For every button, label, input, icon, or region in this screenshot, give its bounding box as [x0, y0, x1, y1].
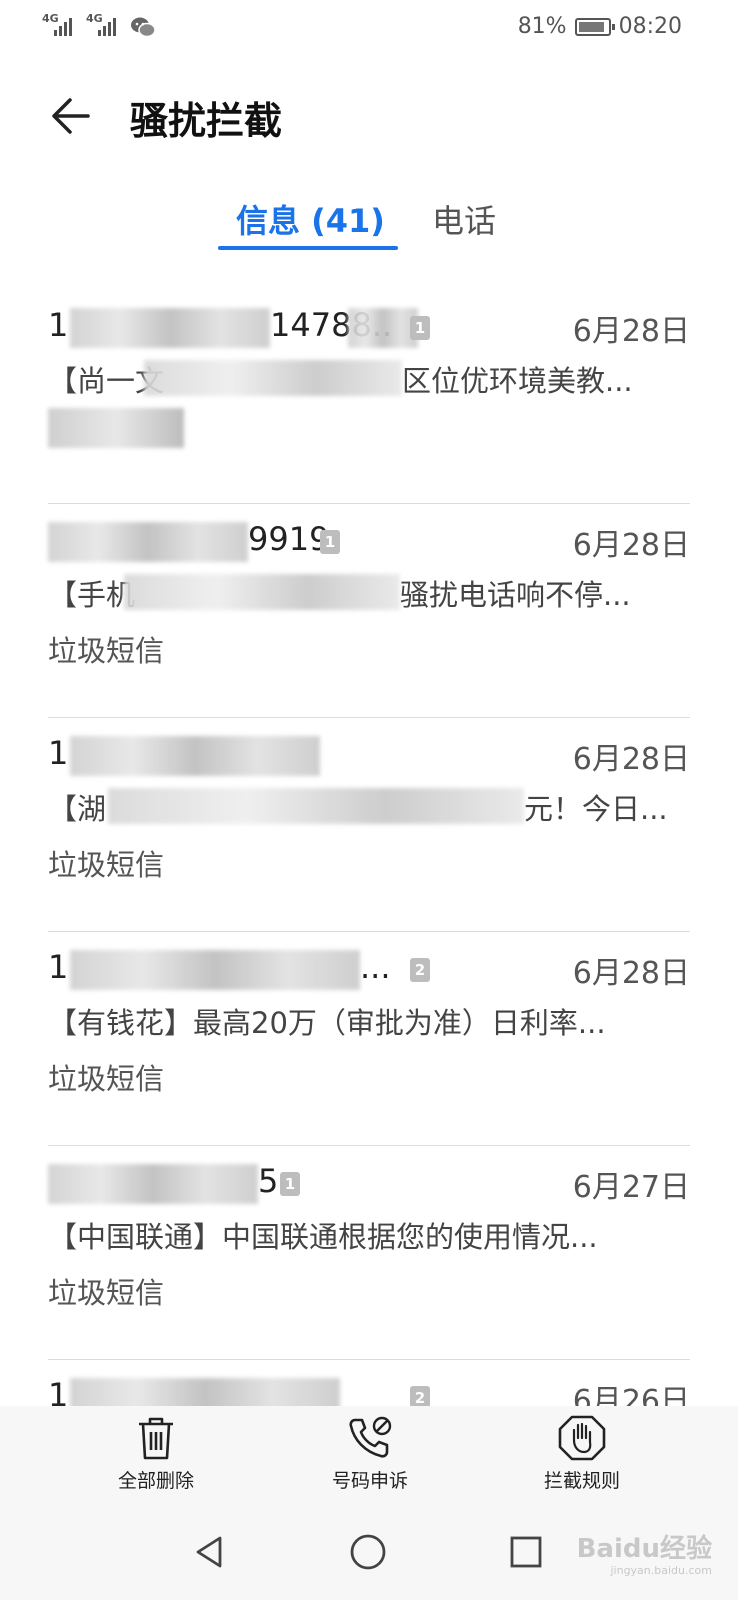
square-recent-icon [510, 1536, 542, 1568]
status-right: 81% 08:20 [518, 14, 682, 39]
sim-badge: 1 [280, 1172, 300, 1196]
block-rules-label: 拦截规则 [543, 1470, 620, 1492]
list-item[interactable]: 5 1 6月27日 【中国联通】中国联通根据您的使用情况... 垃圾短信 [48, 1146, 690, 1360]
title-bar: 骚扰拦截 [0, 80, 738, 150]
watermark-url: jingyan.baidu.com [610, 1564, 712, 1577]
message-date: 6月28日 [572, 314, 690, 349]
redacted-sender [48, 522, 248, 562]
redacted-preview [108, 788, 524, 824]
battery-percent: 81% [517, 14, 567, 39]
circle-home-icon [350, 1534, 386, 1570]
page-title: 骚扰拦截 [130, 99, 283, 143]
hand-stop-icon [558, 1415, 606, 1461]
sender-number-tail: ... [360, 948, 391, 986]
redacted-sender [70, 736, 320, 776]
number-appeal-button[interactable]: 号码申诉 [290, 1414, 450, 1493]
nav-home-button[interactable] [346, 1530, 390, 1574]
spam-tag: 垃圾短信 [48, 848, 165, 882]
message-preview-tail: 元！今日... [524, 792, 668, 826]
status-bar: 4G 4G 81% 08:20 [0, 0, 738, 56]
tab-calls[interactable]: 电话 [432, 196, 496, 242]
status-left: 4G 4G [42, 12, 156, 38]
message-date: 6月28日 [572, 742, 690, 777]
spam-tag: 垃圾短信 [48, 1062, 165, 1096]
message-preview: 【中国联通】中国联通根据您的使用情况... [48, 1220, 598, 1254]
redacted-preview [124, 574, 400, 610]
message-date: 6月28日 [572, 956, 690, 991]
tab-indicator [218, 246, 398, 250]
message-list: 1 14788... 1 6月28日 【尚一文 区位优环境美教... 9919 … [0, 290, 738, 1574]
system-nav-bar: Baidu经验 jingyan.baidu.com [0, 1506, 738, 1600]
message-date: 6月28日 [572, 528, 690, 563]
signal-icon: 4G [86, 12, 122, 38]
watermark: Baidu经验 [576, 1534, 712, 1564]
nav-recent-button[interactable] [504, 1530, 548, 1574]
message-preview-tail: 区位优环境美教... [402, 364, 633, 398]
spam-tag: 垃圾短信 [48, 1276, 165, 1310]
arrow-left-icon [52, 98, 90, 134]
tab-messages[interactable]: 信息 (41) [236, 196, 385, 242]
redacted-sender [70, 308, 270, 348]
list-item[interactable]: 1 ... 2 6月28日 【有钱花】最高20万（审批为准）日利率... 垃圾短… [48, 932, 690, 1146]
bottom-action-bar: 全部删除 号码申诉 拦截规则 [0, 1406, 738, 1506]
number-appeal-label: 号码申诉 [331, 1470, 408, 1492]
triangle-back-icon [196, 1536, 222, 1568]
battery-icon [574, 17, 615, 36]
clock: 08:20 [618, 14, 682, 39]
tab-bar: 信息 (41) 电话 [0, 188, 738, 258]
message-date: 6月27日 [572, 1170, 690, 1205]
back-button[interactable] [48, 92, 96, 140]
list-item[interactable]: 1 14788... 1 6月28日 【尚一文 区位优环境美教... [48, 290, 690, 504]
list-item[interactable]: 1 6月28日 【湖 元！今日... 垃圾短信 [48, 718, 690, 932]
trash-icon [139, 1417, 173, 1460]
list-item[interactable]: 9919 1 6月28日 【手机 骚扰电话响不停... 垃圾短信 [48, 504, 690, 718]
redacted-sender [48, 1164, 258, 1204]
sim-badge: 1 [410, 316, 430, 340]
signal-icon: 4G [42, 12, 78, 38]
wechat-icon [131, 17, 156, 38]
redacted-tag [48, 408, 184, 448]
spam-tag: 垃圾短信 [48, 634, 165, 668]
sim-badge: 1 [320, 530, 340, 554]
sim-badge: 2 [410, 958, 430, 982]
delete-all-button[interactable]: 全部删除 [76, 1414, 236, 1493]
message-preview: 【有钱花】最高20万（审批为准）日利率... [48, 1006, 606, 1040]
redacted-sender [348, 308, 418, 348]
delete-all-label: 全部删除 [117, 1470, 194, 1492]
redacted-sender [70, 950, 360, 990]
phone-blocked-icon [349, 1416, 392, 1458]
block-rules-button[interactable]: 拦截规则 [502, 1414, 662, 1493]
nav-back-button[interactable] [188, 1530, 232, 1574]
redacted-preview [144, 360, 402, 396]
message-preview-tail: 骚扰电话响不停... [400, 578, 631, 612]
